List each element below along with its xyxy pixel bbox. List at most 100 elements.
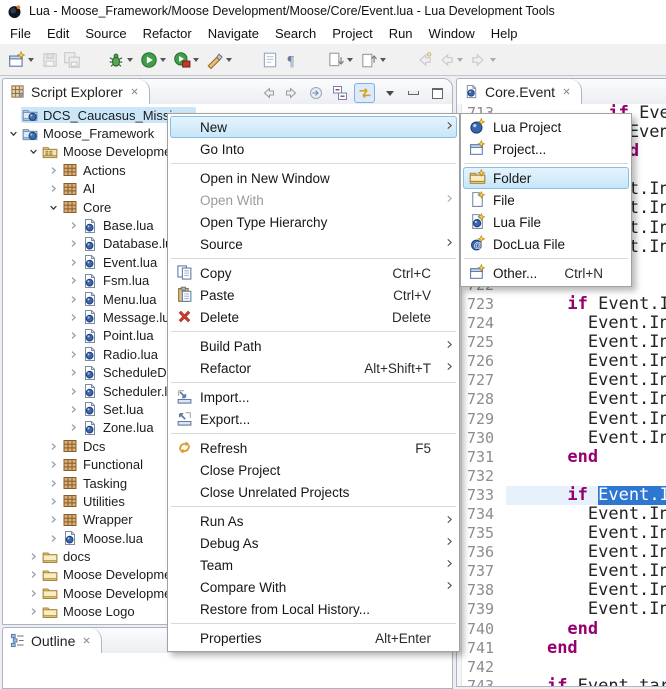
code-line-735[interactable]: 735 Event.IniUnitName = Event.IniDCSUnit… — [462, 524, 666, 543]
line-number[interactable]: 736 — [462, 543, 506, 562]
menubar-item-project[interactable]: Project — [324, 23, 380, 44]
context-menu-item-delete[interactable]: DeleteDelete — [170, 306, 457, 328]
new-wizard-button[interactable] — [6, 48, 39, 72]
expander-collapsed-icon[interactable] — [46, 162, 61, 178]
tree-item-content[interactable]: Zone.lua — [81, 420, 157, 436]
coverage-dropdown-icon[interactable] — [193, 58, 199, 62]
expander-collapsed-icon[interactable] — [66, 236, 81, 252]
debug-button[interactable] — [105, 48, 138, 72]
previous-annotation-button[interactable] — [358, 48, 391, 72]
code-line-727[interactable]: 727 Event.IniUnit = STATIC:FindByName( E… — [462, 371, 666, 390]
line-number[interactable]: 740 — [462, 620, 506, 639]
mark-occurrences-button[interactable] — [259, 48, 281, 72]
line-number[interactable]: 732 — [462, 467, 506, 486]
previous-annotation-dropdown-icon[interactable] — [380, 58, 386, 62]
context-menu-item-refactor[interactable]: RefactorAlt+Shift+T — [170, 357, 457, 379]
tree-item-content[interactable]: Point.lua — [81, 328, 157, 344]
new-wizard-dropdown-icon[interactable] — [28, 58, 34, 62]
expander-collapsed-icon[interactable] — [46, 181, 61, 197]
menubar-item-file[interactable]: File — [2, 23, 39, 44]
tree-item-content[interactable]: Message.lua — [81, 309, 180, 325]
save-all-button[interactable] — [61, 48, 83, 72]
context-menu-item-debug-as[interactable]: Debug As — [170, 532, 457, 554]
tree-item-content[interactable]: Radio.lua — [81, 346, 161, 362]
menubar-item-run[interactable]: Run — [381, 23, 421, 44]
forward-dropdown-icon[interactable] — [490, 58, 496, 62]
tree-item-content[interactable]: docs — [41, 549, 93, 565]
expander-collapsed-icon[interactable] — [66, 383, 81, 399]
next-annotation-dropdown-icon[interactable] — [347, 58, 353, 62]
line-number[interactable]: 735 — [462, 524, 506, 543]
context-menu-item-restore-from-local-history[interactable]: Restore from Local History... — [170, 598, 457, 620]
external-tools-button[interactable] — [204, 48, 237, 72]
show-whitespace-button[interactable]: ¶ — [281, 48, 303, 72]
expander-collapsed-icon[interactable] — [66, 273, 81, 289]
line-number[interactable]: 741 — [462, 639, 506, 658]
code-line-728[interactable]: 728 Event.IniCategory = Unit.Category.ST… — [462, 390, 666, 409]
line-number[interactable]: 725 — [462, 333, 506, 352]
code-line-726[interactable]: 726 Event.IniUnitName = Event.IniDCSUnit… — [462, 352, 666, 371]
line-number[interactable]: 734 — [462, 505, 506, 524]
tree-item-content[interactable]: Core — [61, 199, 114, 215]
line-number[interactable]: 731 — [462, 448, 506, 467]
expander-collapsed-icon[interactable] — [66, 420, 81, 436]
expander-collapsed-icon[interactable] — [26, 622, 41, 624]
line-number[interactable]: 726 — [462, 352, 506, 371]
close-icon[interactable] — [129, 86, 140, 97]
menubar-item-navigate[interactable]: Navigate — [200, 23, 267, 44]
code-line-723[interactable]: 723 if Event.IniObjectCategory == Object… — [462, 295, 666, 314]
menubar-item-window[interactable]: Window — [421, 23, 483, 44]
tree-item-content[interactable]: Dcs — [61, 438, 108, 454]
link-with-editor-button[interactable] — [354, 83, 375, 103]
line-number[interactable]: 729 — [462, 410, 506, 429]
context-menu-item-export[interactable]: Export... — [170, 408, 457, 430]
new-submenu-item-doclua-file[interactable]: @DocLua File — [463, 233, 629, 255]
context-menu-item-properties[interactable]: PropertiesAlt+Enter — [170, 627, 457, 649]
code-line-743[interactable]: 743 if Event.target then — [462, 677, 666, 686]
tab-outline[interactable]: Outline — [3, 628, 102, 653]
collapse-all-button[interactable] — [330, 84, 349, 102]
expander-collapsed-icon[interactable] — [66, 365, 81, 381]
new-submenu-item-lua-file[interactable]: Lua File — [463, 211, 629, 233]
code-line-724[interactable]: 724 Event.IniDCSUnit = Event.initiator — [462, 314, 666, 333]
new-submenu-item-other[interactable]: Other...Ctrl+N — [463, 262, 629, 284]
expander-expanded-icon[interactable] — [46, 199, 61, 215]
tree-item-content[interactable]: Moose Development — [41, 144, 185, 160]
code-line-737[interactable]: 737 Event.IniCategory = Unit.Category.SC… — [462, 562, 666, 581]
expander-collapsed-icon[interactable] — [66, 401, 81, 417]
expander-expanded-icon[interactable] — [26, 144, 41, 160]
tab-core-event[interactable]: Core.Event — [457, 79, 582, 104]
expander-collapsed-icon[interactable] — [46, 438, 61, 454]
context-menu-item-source[interactable]: Source — [170, 233, 457, 255]
code-line-725[interactable]: 725 Event.IniDCSUnitName = Event.IniDCSU… — [462, 333, 666, 352]
view-menu-button[interactable] — [380, 84, 399, 102]
tree-item-content[interactable]: AI — [61, 181, 98, 197]
forward-arrow-button[interactable] — [282, 84, 301, 102]
line-number[interactable]: 727 — [462, 371, 506, 390]
context-menu-item-paste[interactable]: PasteCtrl+V — [170, 284, 457, 306]
code-line-734[interactable]: 734 Event.IniDCSUnitName = Event.IniDCSU… — [462, 505, 666, 524]
expander-collapsed-icon[interactable] — [66, 346, 81, 362]
close-icon[interactable] — [81, 635, 92, 646]
code-line-742[interactable]: 742 — [462, 658, 666, 677]
tree-item-content[interactable]: Wrapper — [61, 512, 136, 528]
new-submenu-item-project[interactable]: Project... — [463, 138, 629, 160]
tab-script-explorer[interactable]: Script Explorer — [3, 79, 150, 104]
line-number[interactable]: 739 — [462, 600, 506, 619]
expander-expanded-icon[interactable] — [6, 126, 21, 142]
context-menu-item-open-in-new-window[interactable]: Open in New Window — [170, 167, 457, 189]
expander-collapsed-icon[interactable] — [46, 493, 61, 509]
maximize-button[interactable] — [428, 84, 447, 102]
run-dropdown-icon[interactable] — [160, 58, 166, 62]
tree-item-content[interactable]: Actions — [61, 162, 129, 178]
line-number[interactable]: 724 — [462, 314, 506, 333]
menubar-item-refactor[interactable]: Refactor — [135, 23, 200, 44]
code-line-736[interactable]: 736 Event.IniUnit = SCENERY:Register( Ev… — [462, 543, 666, 562]
menubar-item-source[interactable]: Source — [77, 23, 134, 44]
debug-dropdown-icon[interactable] — [127, 58, 133, 62]
expander-collapsed-icon[interactable] — [26, 549, 41, 565]
context-menu-item-run-as[interactable]: Run As — [170, 510, 457, 532]
code-line-729[interactable]: 729 Event.IniTypeName = Event.IniDCSUnit… — [462, 410, 666, 429]
close-icon[interactable] — [561, 86, 572, 97]
line-number[interactable]: 738 — [462, 581, 506, 600]
